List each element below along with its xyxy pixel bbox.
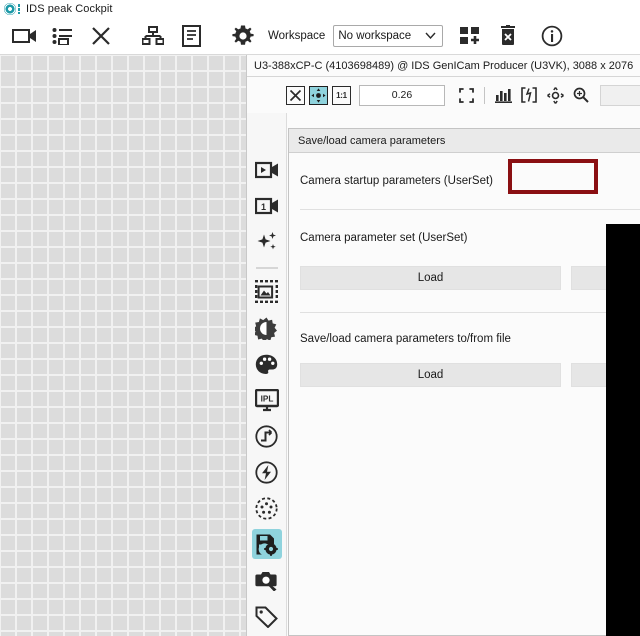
sidebar-item-roi[interactable] (252, 277, 282, 307)
file-load-button[interactable]: Load (300, 363, 561, 387)
sidebar-item-color[interactable] (252, 349, 282, 379)
svg-text:IPL: IPL (260, 394, 273, 403)
sidebar-item-tag[interactable] (252, 601, 282, 631)
close-device-icon[interactable] (82, 17, 120, 55)
startup-parameters-row: Camera startup parameters (UserSet) User… (300, 153, 640, 209)
document-title: U3-388xCP-C (4103698489) @ IDS GenICam P… (254, 59, 634, 72)
camera-open-icon[interactable] (6, 17, 44, 55)
zoom-none-button[interactable] (286, 85, 305, 105)
view-toolbar: 1:1 0.26 (247, 77, 640, 113)
dialog-body: Camera startup parameters (UserSet) User… (289, 153, 640, 387)
workspace-label: Workspace (268, 29, 326, 42)
sidebar-item-io[interactable] (252, 493, 282, 523)
toolbar-gap-2 (210, 35, 224, 36)
title-bar: IDS peak Cockpit (0, 0, 640, 17)
main-toolbar: Workspace No workspace (0, 17, 640, 55)
line-profile-icon[interactable] (518, 84, 540, 106)
feature-sidebar: 1 IPL (247, 113, 287, 636)
workspace-select-value: No workspace (338, 29, 412, 42)
dialog-header: Save/load camera parameters (289, 129, 640, 153)
fit-to-window-button[interactable] (309, 85, 328, 105)
svg-text:1: 1 (260, 202, 265, 212)
sidebar-item-save-load-parameters[interactable] (251, 529, 282, 559)
app-window: IDS peak Cockpit Workspace No workspace … (0, 0, 640, 636)
zoom-one-to-one-label: 1:1 (336, 90, 347, 100)
zoom-one-to-one-button[interactable]: 1:1 (332, 85, 351, 105)
device-list-icon[interactable] (44, 17, 82, 55)
sidebar-item-ipl[interactable]: IPL (252, 385, 282, 415)
frame-counter-input[interactable]: 1 (600, 84, 640, 106)
userset-load-button[interactable]: Load (300, 266, 561, 290)
sidebar-item-acquisition-continuous[interactable] (252, 155, 282, 185)
app-icon (4, 2, 20, 15)
file-button-row: Load Save (300, 345, 640, 387)
zoom-level-input[interactable]: 0.26 (359, 84, 445, 106)
chevron-down-icon (425, 30, 436, 42)
settings-gear-icon[interactable] (224, 17, 262, 55)
window-title: IDS peak Cockpit (26, 2, 113, 15)
parameter-set-row: Camera parameter set (UserSet) UserSet0 (300, 210, 640, 266)
document-pane: U3-388xCP-C (4103698489) @ IDS GenICam P… (246, 55, 640, 636)
info-icon[interactable] (533, 17, 571, 55)
sidebar-item-trigger[interactable] (252, 421, 282, 451)
sidebar-item-brightness[interactable] (252, 313, 282, 343)
delete-workspace-trash-icon[interactable] (489, 17, 527, 55)
toolbar-divider (484, 86, 485, 104)
sidebar-divider (255, 267, 278, 269)
startup-parameters-label: Camera startup parameters (UserSet) (300, 175, 494, 187)
magnifier-icon[interactable] (570, 84, 592, 106)
toolbar-gap (120, 35, 134, 36)
sidebar-item-auto-features[interactable] (252, 227, 282, 257)
add-workspace-icon[interactable] (451, 17, 489, 55)
image-canvas-grid[interactable] (0, 55, 246, 636)
document-title-bar: U3-388xCP-C (4103698489) @ IDS GenICam P… (247, 55, 640, 77)
fullscreen-icon[interactable] (455, 84, 477, 106)
userset-button-row: Load Save (300, 266, 640, 290)
live-image-black-region (606, 224, 640, 636)
log-document-icon[interactable] (172, 17, 210, 55)
histogram-icon[interactable] (492, 84, 514, 106)
sidebar-item-camera-settings[interactable] (252, 565, 282, 595)
parameter-set-label: Camera parameter set (UserSet) (300, 232, 468, 244)
zoom-level-value: 0.26 (391, 89, 413, 101)
file-section-label: Save/load camera parameters to/from file (300, 333, 511, 345)
focus-crosshair-icon[interactable] (544, 84, 566, 106)
workspace-select[interactable]: No workspace (333, 24, 444, 47)
sidebar-item-flash[interactable] (252, 457, 282, 487)
dialog-title: Save/load camera parameters (298, 134, 446, 147)
device-tree-icon[interactable] (134, 17, 172, 55)
save-load-parameters-dialog: Save/load camera parameters Camera start… (288, 128, 640, 636)
sidebar-item-acquisition-single[interactable]: 1 (252, 191, 282, 221)
